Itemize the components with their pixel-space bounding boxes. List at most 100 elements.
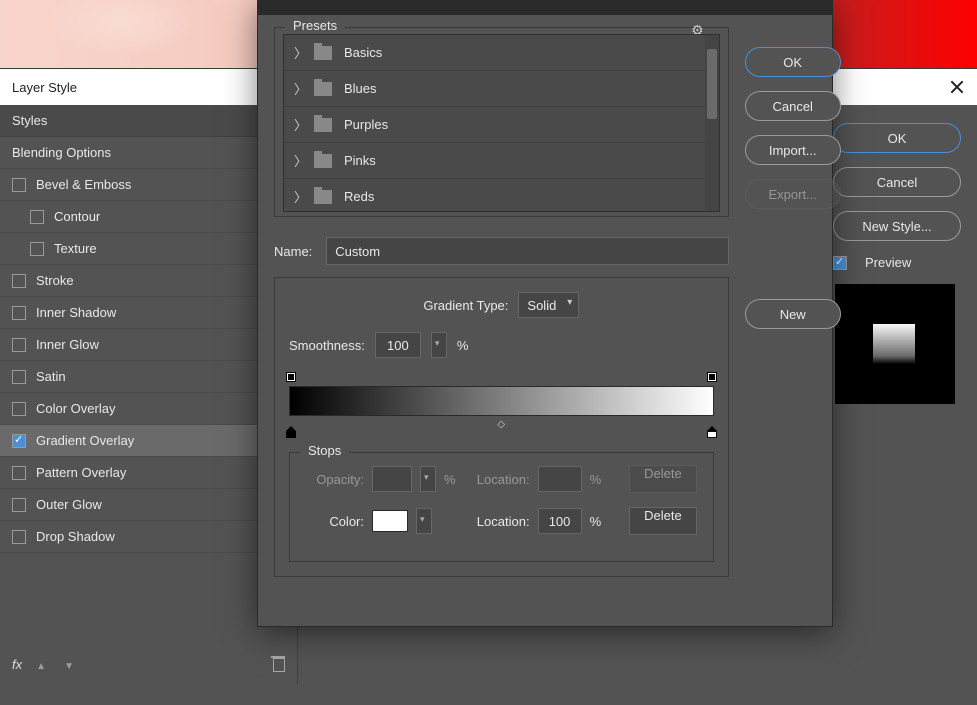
fx-icon[interactable]: fx	[12, 657, 22, 672]
folder-icon	[314, 82, 332, 96]
chevron-right-icon: 〉	[294, 79, 302, 98]
preset-list: 〉Basics 〉Blues 〉Purples 〉Pinks 〉Reds	[283, 34, 720, 212]
gradient-type-dropdown[interactable]: Solid	[518, 292, 579, 318]
checkbox-color-overlay[interactable]	[12, 402, 26, 416]
checkbox-bevel[interactable]	[12, 178, 26, 192]
gradedit-import-button[interactable]: Import...	[745, 135, 841, 165]
checkbox-satin[interactable]	[12, 370, 26, 384]
styles-header[interactable]: Styles	[0, 105, 297, 137]
presets-panel: Presets 〉Basics 〉Blues 〉Purples 〉Pinks 〉…	[274, 27, 729, 217]
color-stop-left[interactable]	[286, 426, 296, 438]
preset-folder-reds[interactable]: 〉Reds	[284, 179, 719, 212]
stops-label: Stops	[300, 443, 349, 458]
opacity-stop-right[interactable]	[707, 372, 717, 382]
layer-style-right-panel: OK Cancel New Style... Preview	[817, 105, 977, 684]
chevron-right-icon: 〉	[294, 151, 302, 170]
effect-inner-shadow[interactable]: Inner Shadow	[0, 297, 297, 329]
new-style-button[interactable]: New Style...	[833, 211, 961, 241]
color-location-input[interactable]	[538, 508, 582, 534]
effect-bevel-emboss[interactable]: Bevel & Emboss	[0, 169, 297, 201]
effect-satin[interactable]: Satin	[0, 361, 297, 393]
delete-color-stop-button[interactable]: Delete	[629, 507, 697, 535]
preview-label: Preview	[865, 255, 911, 270]
gradedit-new-button[interactable]: New	[745, 299, 841, 329]
gradedit-export-button: Export...	[745, 179, 841, 209]
color-location-label: Location:	[472, 514, 530, 529]
cancel-button[interactable]: Cancel	[833, 167, 961, 197]
chevron-right-icon: 〉	[294, 43, 302, 62]
color-swatch[interactable]	[372, 510, 408, 532]
opacity-stop-left[interactable]	[286, 372, 296, 382]
folder-icon	[314, 118, 332, 132]
gradient-config-panel: Gradient Type: Solid Smoothness: % ◇	[274, 277, 729, 577]
effect-color-overlay[interactable]: Color Overlay	[0, 393, 297, 425]
trash-icon[interactable]	[271, 656, 285, 672]
gradient-editor-buttons: OK Cancel Import... Export... New	[745, 27, 841, 577]
close-icon[interactable]	[949, 79, 965, 95]
opacity-location-label: Location:	[472, 472, 530, 487]
effects-sidebar: Styles Blending Options Bevel & Emboss C…	[0, 105, 298, 684]
effect-drop-shadow[interactable]: Drop Shadow	[0, 521, 297, 553]
opacity-stop-row: Opacity: % Location: % Delete	[306, 465, 697, 493]
color-stop-right[interactable]	[707, 426, 717, 438]
gradedit-ok-button[interactable]: OK	[745, 47, 841, 77]
folder-icon	[314, 190, 332, 204]
checkbox-stroke[interactable]	[12, 274, 26, 288]
gradient-bar-area: ◇	[289, 372, 714, 438]
stops-panel: Stops Opacity: % Location: % Delete	[289, 452, 714, 562]
effects-footer: fx	[0, 644, 297, 684]
gradient-editor-titlebar[interactable]	[258, 1, 832, 15]
color-stop-row: Color: Location: % Delete	[306, 507, 697, 535]
preset-folder-purples[interactable]: 〉Purples	[284, 107, 719, 143]
checkbox-gradient-overlay[interactable]	[12, 434, 26, 448]
checkbox-pattern-overlay[interactable]	[12, 466, 26, 480]
checkbox-texture[interactable]	[30, 242, 44, 256]
opacity-value-input	[372, 466, 412, 492]
preset-folder-basics[interactable]: 〉Basics	[284, 35, 719, 71]
chevron-right-icon: 〉	[294, 115, 302, 134]
effect-stroke[interactable]: Stroke	[0, 265, 297, 297]
move-up-icon[interactable]	[36, 657, 50, 671]
opacity-label: Opacity:	[306, 472, 364, 487]
color-label: Color:	[306, 514, 364, 529]
layer-style-title: Layer Style	[12, 80, 77, 95]
checkbox-contour[interactable]	[30, 210, 44, 224]
presets-label: Presets	[285, 18, 345, 33]
folder-icon	[314, 46, 332, 60]
preview-gradient	[873, 324, 915, 364]
preview-thumbnail	[835, 284, 955, 404]
move-down-icon[interactable]	[64, 657, 78, 671]
effect-inner-glow[interactable]: Inner Glow	[0, 329, 297, 361]
checkbox-outer-glow[interactable]	[12, 498, 26, 512]
name-input[interactable]	[326, 237, 728, 265]
folder-icon	[314, 154, 332, 168]
chevron-right-icon: 〉	[294, 187, 302, 206]
preset-folder-pinks[interactable]: 〉Pinks	[284, 143, 719, 179]
smoothness-label: Smoothness:	[289, 338, 365, 353]
checkbox-drop-shadow[interactable]	[12, 530, 26, 544]
effect-contour[interactable]: Contour	[0, 201, 297, 233]
name-row: Name:	[274, 237, 729, 265]
effect-gradient-overlay[interactable]: Gradient Overlay	[0, 425, 297, 457]
preset-scrollbar[interactable]	[705, 35, 719, 211]
color-dropdown-icon[interactable]	[416, 508, 432, 534]
effect-outer-glow[interactable]: Outer Glow	[0, 489, 297, 521]
smoothness-spinner[interactable]	[431, 332, 447, 358]
gradient-bar[interactable]	[289, 386, 714, 416]
scrollbar-thumb[interactable]	[707, 49, 717, 119]
opacity-spinner	[420, 466, 436, 492]
opacity-location-input	[538, 466, 582, 492]
delete-opacity-stop-button: Delete	[629, 465, 697, 493]
preview-toggle-row: Preview	[833, 255, 961, 270]
checkbox-inner-shadow[interactable]	[12, 306, 26, 320]
gradedit-cancel-button[interactable]: Cancel	[745, 91, 841, 121]
effect-pattern-overlay[interactable]: Pattern Overlay	[0, 457, 297, 489]
checkbox-inner-glow[interactable]	[12, 338, 26, 352]
smoothness-input[interactable]	[375, 332, 421, 358]
gradient-type-label: Gradient Type:	[423, 298, 508, 313]
preset-folder-blues[interactable]: 〉Blues	[284, 71, 719, 107]
blending-options-item[interactable]: Blending Options	[0, 137, 297, 169]
ok-button[interactable]: OK	[833, 123, 961, 153]
gradient-editor-dialog: Presets 〉Basics 〉Blues 〉Purples 〉Pinks 〉…	[257, 0, 833, 627]
effect-texture[interactable]: Texture	[0, 233, 297, 265]
